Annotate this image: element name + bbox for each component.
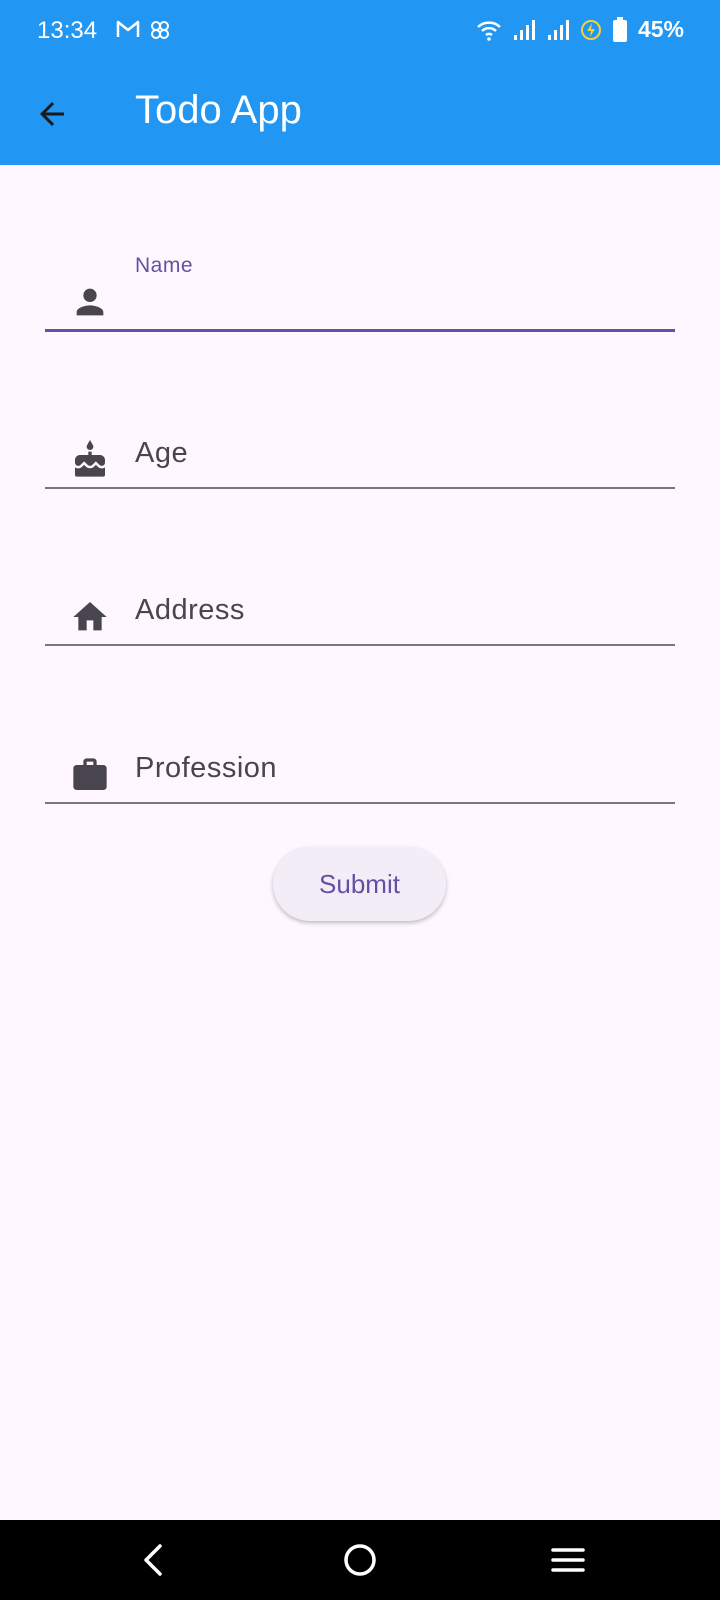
back-nav-icon[interactable] (133, 1540, 173, 1580)
person-icon (67, 279, 113, 325)
pinwheel-icon (151, 21, 169, 39)
page-title: Todo App (135, 88, 302, 132)
address-field[interactable]: Address (45, 564, 675, 646)
age-field[interactable]: Age (45, 407, 675, 489)
profession-field[interactable]: Profession (45, 722, 675, 804)
signal-icon (547, 19, 569, 40)
name-field[interactable]: Name (45, 249, 675, 332)
status-time: 13:34 (37, 17, 98, 44)
home-icon (67, 594, 113, 640)
profession-input[interactable] (135, 762, 659, 800)
name-input[interactable] (135, 289, 659, 327)
submit-button[interactable]: Submit (273, 847, 446, 921)
battery-icon (612, 16, 627, 42)
arrow-back-icon (40, 102, 64, 126)
app-bar: Todo App (0, 62, 720, 165)
status-bar: 13:34 45% (0, 0, 720, 62)
work-icon (67, 752, 113, 798)
wifi-icon (477, 20, 501, 41)
menu-nav-icon[interactable] (548, 1540, 588, 1580)
home-nav-icon[interactable] (340, 1540, 380, 1580)
system-nav-bar (0, 1520, 720, 1600)
cake-icon (67, 437, 113, 483)
signal-icon (513, 19, 535, 40)
back-button[interactable] (26, 88, 78, 140)
address-input[interactable] (135, 604, 659, 642)
name-label: Name (135, 254, 194, 277)
battery-percentage: 45% (637, 16, 684, 42)
battery-saver-icon (580, 19, 601, 40)
gmail-icon (116, 20, 140, 37)
age-input[interactable] (135, 447, 659, 485)
